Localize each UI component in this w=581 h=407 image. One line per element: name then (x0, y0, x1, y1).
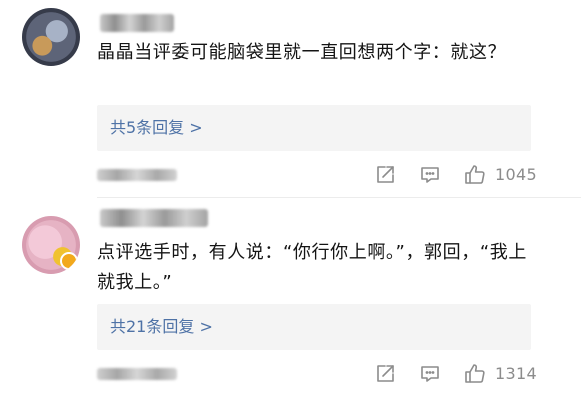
thumbs-up-icon (465, 364, 485, 383)
like-count: 1314 (495, 364, 537, 383)
share-button[interactable] (373, 362, 397, 386)
view-replies-button[interactable]: 共21条回复 > (97, 304, 531, 350)
comment-item: 点评选手时，有人说：“你行你上啊。”，郭回，“我上就我上。” 共21条回复 > (0, 200, 581, 407)
like-count: 1045 (495, 165, 537, 184)
username-blurred[interactable] (100, 209, 208, 227)
view-replies-label: 共21条回复 > (110, 317, 213, 336)
username-blurred[interactable] (100, 14, 174, 32)
comment-text: 晶晶当评委可能脑袋里就一直回想两个字：就这？ (97, 42, 507, 63)
share-icon (377, 365, 394, 382)
comment-text: 点评选手时，有人说：“你行你上啊。”，郭回，“我上就我上。” (97, 242, 527, 293)
view-replies-button[interactable]: 共5条回复 > (97, 105, 531, 151)
avatar[interactable] (22, 216, 80, 274)
divider (97, 197, 581, 198)
comment-icon (421, 167, 439, 183)
comment-footer: 1045 (0, 162, 581, 188)
share-button[interactable] (373, 163, 397, 187)
like-button[interactable]: 1045 (463, 163, 543, 187)
timestamp-blurred (97, 368, 177, 380)
comment-button[interactable] (418, 362, 442, 386)
verified-badge-icon (60, 252, 78, 270)
view-replies-label: 共5条回复 > (110, 118, 203, 137)
comment-button[interactable] (418, 163, 442, 187)
comment-item: 晶晶当评委可能脑袋里就一直回想两个字：就这？ 共5条回复 > 1045 (0, 0, 581, 200)
like-button[interactable]: 1314 (463, 362, 543, 386)
avatar[interactable] (22, 8, 80, 66)
thumbs-up-icon (465, 165, 485, 184)
comment-footer: 1314 (0, 361, 581, 387)
timestamp-blurred (97, 169, 177, 181)
share-icon (377, 166, 394, 183)
comment-icon (421, 366, 439, 382)
